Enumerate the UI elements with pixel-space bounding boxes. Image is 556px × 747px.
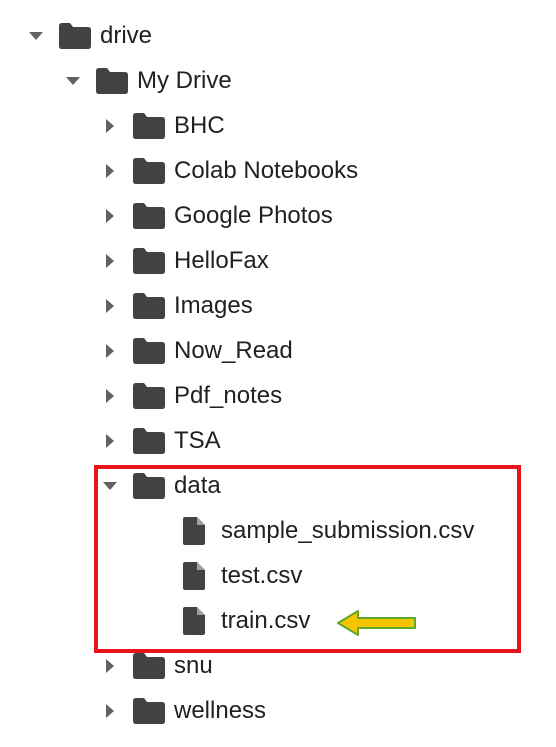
tree-node-label: Pdf_notes: [174, 382, 283, 409]
tree-node-label: Google Photos: [174, 202, 333, 229]
tree-file-label: test.csv: [221, 562, 303, 589]
tree-node-data[interactable]: data: [98, 467, 221, 505]
tree-file-train[interactable]: train.csv: [180, 602, 310, 640]
folder-icon: [132, 426, 166, 456]
file-tree: drive My Drive BHC Colab Notebooks Googl…: [0, 0, 556, 747]
folder-icon: [95, 66, 129, 96]
tree-file-test[interactable]: test.csv: [180, 557, 302, 595]
tree-node-now-read[interactable]: Now_Read: [98, 332, 293, 370]
tree-node-wellness[interactable]: wellness: [98, 692, 266, 730]
file-icon: [180, 514, 208, 548]
tree-file-sample-submission[interactable]: sample_submission.csv: [180, 512, 474, 550]
tree-file-label: train.csv: [221, 607, 311, 634]
tree-node-tsa[interactable]: TSA: [98, 422, 221, 460]
tree-node-label: BHC: [174, 112, 225, 139]
tree-node-colab-notebooks[interactable]: Colab Notebooks: [98, 152, 358, 190]
tree-node-label: TSA: [174, 427, 221, 454]
chevron-right-icon[interactable]: [98, 159, 122, 183]
file-icon: [180, 559, 208, 593]
folder-icon: [132, 246, 166, 276]
chevron-right-icon[interactable]: [98, 339, 122, 363]
tree-node-label: HelloFax: [174, 247, 269, 274]
chevron-right-icon[interactable]: [98, 699, 122, 723]
arrow-left-icon: [337, 610, 416, 636]
tree-node-pdf-notes[interactable]: Pdf_notes: [98, 377, 282, 415]
tree-node-hellofax[interactable]: HelloFax: [98, 242, 269, 280]
folder-icon: [132, 696, 166, 726]
folder-icon: [132, 336, 166, 366]
tree-node-images[interactable]: Images: [98, 287, 253, 325]
folder-icon: [132, 651, 166, 681]
tree-node-label: Colab Notebooks: [174, 157, 359, 184]
tree-node-label: wellness: [174, 697, 267, 724]
tree-node-google-photos[interactable]: Google Photos: [98, 197, 333, 235]
chevron-right-icon[interactable]: [98, 249, 122, 273]
tree-node-drive[interactable]: drive: [24, 17, 152, 55]
chevron-right-icon[interactable]: [98, 114, 122, 138]
folder-icon: [132, 201, 166, 231]
chevron-right-icon[interactable]: [98, 429, 122, 453]
folder-icon: [132, 111, 166, 141]
folder-icon: [132, 291, 166, 321]
chevron-right-icon[interactable]: [98, 294, 122, 318]
tree-node-label: My Drive: [137, 67, 232, 94]
tree-node-label: data: [174, 472, 221, 499]
tree-node-label: snu: [174, 652, 213, 679]
tree-node-bhc[interactable]: BHC: [98, 107, 225, 145]
folder-icon: [58, 21, 92, 51]
chevron-right-icon[interactable]: [98, 384, 122, 408]
folder-icon: [132, 381, 166, 411]
chevron-down-icon[interactable]: [61, 69, 85, 93]
folder-icon: [132, 471, 166, 501]
tree-file-label: sample_submission.csv: [221, 517, 475, 544]
chevron-down-icon[interactable]: [98, 474, 122, 498]
chevron-right-icon[interactable]: [98, 654, 122, 678]
tree-node-label: Images: [174, 292, 253, 319]
tree-node-snu[interactable]: snu: [98, 647, 213, 685]
tree-node-label: Now_Read: [174, 337, 293, 364]
chevron-down-icon[interactable]: [24, 24, 48, 48]
tree-node-label: drive: [100, 22, 153, 49]
chevron-right-icon[interactable]: [98, 204, 122, 228]
folder-icon: [132, 156, 166, 186]
file-icon: [180, 604, 208, 638]
tree-node-my-drive[interactable]: My Drive: [61, 62, 232, 100]
